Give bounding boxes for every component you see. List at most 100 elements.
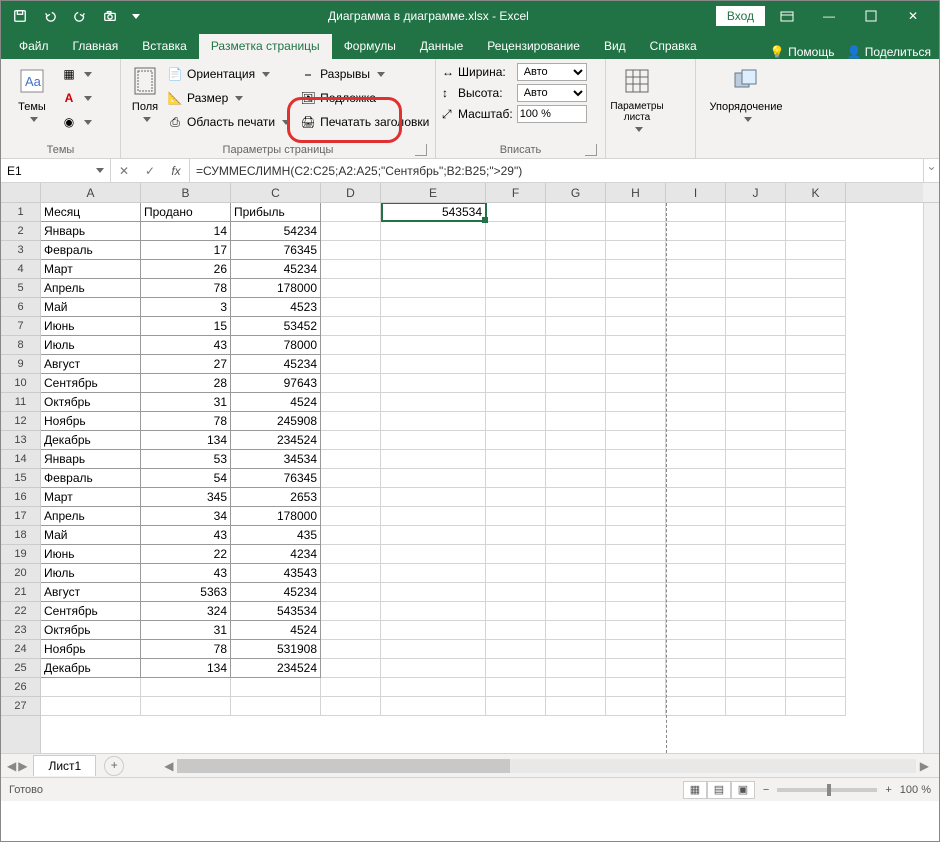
cell[interactable]	[726, 678, 786, 697]
cell[interactable]	[546, 488, 606, 507]
cell[interactable]	[786, 697, 846, 716]
cell[interactable]: 43543	[231, 564, 321, 583]
cell[interactable]	[486, 336, 546, 355]
cell[interactable]	[606, 203, 666, 222]
cell[interactable]	[321, 678, 381, 697]
cell[interactable]	[786, 488, 846, 507]
cell[interactable]	[546, 374, 606, 393]
cell[interactable]	[381, 621, 486, 640]
cell[interactable]: Сентябрь	[41, 374, 141, 393]
cell[interactable]	[381, 412, 486, 431]
cell[interactable]	[546, 469, 606, 488]
cell[interactable]: 34534	[231, 450, 321, 469]
cell[interactable]: 4234	[231, 545, 321, 564]
cell[interactable]	[486, 602, 546, 621]
cell[interactable]	[546, 393, 606, 412]
cell[interactable]: 76345	[231, 241, 321, 260]
width-select[interactable]: Авто	[517, 63, 587, 81]
row-header[interactable]: 25	[1, 659, 40, 678]
cell[interactable]: 31	[141, 621, 231, 640]
qat-dropdown-icon[interactable]	[127, 3, 141, 29]
cell[interactable]	[726, 336, 786, 355]
row-header[interactable]: 13	[1, 431, 40, 450]
cell[interactable]	[666, 526, 726, 545]
cell[interactable]: 4524	[231, 393, 321, 412]
cell[interactable]	[486, 659, 546, 678]
cell[interactable]: Май	[41, 298, 141, 317]
height-select[interactable]: Авто	[517, 84, 587, 102]
share-button[interactable]: 👤 Поделиться	[846, 45, 931, 59]
cell[interactable]	[786, 355, 846, 374]
page-setup-launcher[interactable]	[415, 144, 427, 156]
enter-formula-icon[interactable]: ✓	[137, 164, 163, 178]
cell[interactable]	[606, 640, 666, 659]
cell[interactable]	[726, 659, 786, 678]
cell[interactable]	[726, 545, 786, 564]
tell-me[interactable]: 💡 Помощь	[770, 45, 835, 59]
cell[interactable]: 14	[141, 222, 231, 241]
cell[interactable]	[726, 222, 786, 241]
cell[interactable]: Октябрь	[41, 393, 141, 412]
cell[interactable]	[486, 621, 546, 640]
cell[interactable]	[666, 222, 726, 241]
cell[interactable]: 234524	[231, 431, 321, 450]
cell[interactable]: 31	[141, 393, 231, 412]
cell[interactable]	[666, 545, 726, 564]
cell[interactable]	[486, 545, 546, 564]
cell[interactable]: 345	[141, 488, 231, 507]
row-header[interactable]: 16	[1, 488, 40, 507]
cell[interactable]	[546, 412, 606, 431]
cell[interactable]: 45234	[231, 583, 321, 602]
row-header[interactable]: 11	[1, 393, 40, 412]
cell[interactable]	[606, 298, 666, 317]
cell[interactable]: 78	[141, 279, 231, 298]
hscroll-left-icon[interactable]: ◀	[164, 759, 173, 773]
cell[interactable]	[606, 241, 666, 260]
cell[interactable]	[546, 241, 606, 260]
cell[interactable]	[726, 526, 786, 545]
cell[interactable]: Август	[41, 355, 141, 374]
cancel-formula-icon[interactable]: ✕	[111, 164, 137, 178]
cell[interactable]	[726, 697, 786, 716]
cell[interactable]	[321, 298, 381, 317]
row-header[interactable]: 6	[1, 298, 40, 317]
cell[interactable]: 76345	[231, 469, 321, 488]
hscroll-right-icon[interactable]: ▶	[920, 759, 929, 773]
cell[interactable]	[786, 640, 846, 659]
cell[interactable]	[786, 583, 846, 602]
cell[interactable]	[606, 450, 666, 469]
cell[interactable]	[606, 583, 666, 602]
cell[interactable]	[381, 355, 486, 374]
cell[interactable]	[666, 355, 726, 374]
cell[interactable]	[486, 526, 546, 545]
cell[interactable]: 45234	[231, 260, 321, 279]
cell[interactable]: 4523	[231, 298, 321, 317]
cell[interactable]	[41, 678, 141, 697]
cell[interactable]	[786, 374, 846, 393]
cell[interactable]	[726, 488, 786, 507]
cell[interactable]	[666, 260, 726, 279]
cell[interactable]	[231, 678, 321, 697]
scale-launcher[interactable]	[585, 144, 597, 156]
cell[interactable]	[321, 697, 381, 716]
sheet-options-button[interactable]: Параметры листа	[612, 63, 662, 134]
cell[interactable]	[786, 545, 846, 564]
cell[interactable]	[321, 241, 381, 260]
cell[interactable]	[381, 640, 486, 659]
cell[interactable]	[381, 583, 486, 602]
cell[interactable]: Август	[41, 583, 141, 602]
cell[interactable]	[321, 507, 381, 526]
cell[interactable]	[321, 564, 381, 583]
cell[interactable]	[321, 431, 381, 450]
cell[interactable]	[486, 431, 546, 450]
cell[interactable]: 5363	[141, 583, 231, 602]
cell[interactable]: 26	[141, 260, 231, 279]
col-header[interactable]: A	[41, 183, 141, 202]
zoom-out-icon[interactable]: −	[763, 784, 769, 796]
row-header[interactable]: 27	[1, 697, 40, 716]
print-titles-button[interactable]: 🖨Печатать заголовки	[300, 111, 429, 133]
cell[interactable]	[786, 298, 846, 317]
cells[interactable]: МесяцПроданоПрибыль543534Январь1454234Фе…	[41, 203, 923, 753]
cell[interactable]: 134	[141, 431, 231, 450]
row-header[interactable]: 14	[1, 450, 40, 469]
